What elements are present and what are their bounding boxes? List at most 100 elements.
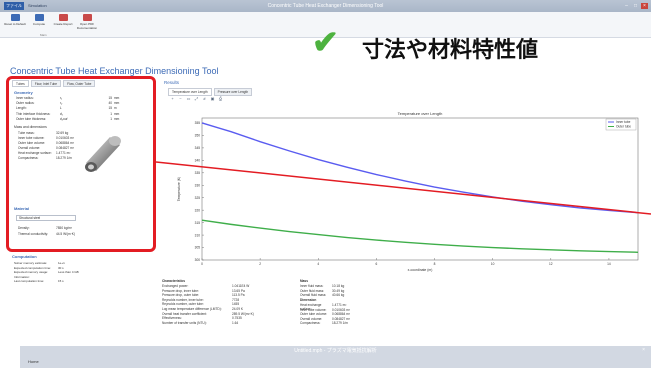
computation-label: Expected computation time: [14,265,52,270]
plot-frame [201,117,639,261]
dimension-row: Inner tube volume: 0.010603 m³ [300,308,362,312]
y-tick-label: 310 [195,233,201,237]
characteristics-row: Reynolds number, outer tube: 1455 [162,302,272,306]
x-tick-label: 6 [376,262,378,266]
x-tick-label: 12 [549,262,553,266]
x-axis-label: x-coordinate (m) [408,268,433,272]
x-tick-label: 10 [491,262,495,266]
background-window[interactable]: Untitled.mph - プラズマ電気抵抗解析 × Home [20,346,651,368]
close-icon[interactable]: × [641,3,648,9]
print-icon[interactable]: ⎙ [218,96,223,101]
reset-icon [10,14,20,21]
temperature-plot[interactable]: Temperature over Length 300 305 310 315 320 32… [160,108,651,278]
char-label: Overall heat transfer coefficient: [162,311,207,316]
char-value: 1455 [232,302,240,307]
mass-summary-value: 10.18 kg [332,284,345,288]
computation-row: Expected computation time: 30 s [14,266,124,270]
computation-label: Expected memory usage: [14,270,49,275]
x-tick-label: 14 [607,262,611,266]
zoom-extents-icon[interactable]: ⤢ [194,96,199,101]
open-pdf-button[interactable]: Open PDF Documentation [76,14,98,36]
char-value: 1.64 [232,320,239,325]
image-snapshot-icon[interactable]: ▣ [210,96,215,101]
computation-label: Last computation time: [14,279,45,284]
computation-row: Last computation time: 15 s [14,279,124,283]
char-value: 24.09 K [232,307,243,311]
char-label: Reynolds number, inner tube: [162,297,204,302]
title-bar: ファイル Simulation Concentric Tube Heat Exc… [0,0,651,12]
computation-section-header[interactable]: Computation [12,254,37,259]
computation-label: Information: [14,274,30,279]
plot-toolbar: + − ▭ ⤢ # ▣ ⎙ [170,96,223,101]
tab-temperature[interactable]: Temperature over Length [168,88,212,96]
dimension-value: 0.084827 m³ [332,316,350,321]
annotation-text: 寸法や材料特性値 [362,37,539,62]
mass-summary-value: 30.49 kg [332,288,345,293]
window-title: Concentric Tube Heat Exchanger Dimension… [267,3,384,9]
dimension-label: Compactness: [300,321,321,326]
computation-row: Solver memory estimate: 1e+1 [14,261,124,265]
background-window-menu[interactable]: Home [28,359,39,364]
x-tick-label: 4 [317,262,319,266]
x-tick-label: 8 [434,262,436,266]
create-report-button[interactable]: Create Report [52,14,74,36]
mass-summary-label: Outer fluid mass: [300,288,325,293]
dimension-row: Outer tube volume: 0.068864 m³ [300,312,362,316]
computation-row: Expected memory usage: Less than 4 GB [14,270,124,274]
dimension-label: Inner tube volume: [300,307,327,312]
mass-summary-row: Outer fluid mass: 30.49 kg [300,289,362,293]
app-title: Concentric Tube Heat Exchanger Dimension… [10,66,219,76]
dimension-value: 18.279 1/m [332,321,348,326]
char-value: 0.7535 [232,316,242,321]
characteristics-row: Effectiveness: 0.7535 [162,316,272,320]
plot-title: Temperature over Length [398,111,443,116]
characteristics-row: Overall heat transfer coefficient: 289.5 … [162,312,272,316]
computation-value: 30 s [58,265,64,270]
mass-summary-label: Inner fluid mass: [300,284,324,288]
char-label: Number of transfer units (NTU): [162,320,207,325]
dimension-row: Compactness: 18.279 1/m [300,321,362,325]
mass-summary-row: Inner fluid mass: 10.18 kg [300,284,362,288]
legend-label: Outer tube [616,125,631,129]
tab-pressure[interactable]: Pressure over Length [213,88,253,96]
checkmark-icon: ✔ [312,24,339,60]
grid-icon[interactable]: # [202,96,207,101]
y-tick-label: 345 [195,146,201,150]
y-tick-label: 355 [195,121,201,125]
report-icon [58,14,68,21]
highlight-box [6,76,156,252]
maximize-icon[interactable]: □ [632,3,639,9]
open-pdf-label: Open PDF Documentation [76,22,98,30]
y-tick-label: 325 [195,196,201,200]
pdf-icon [82,14,92,21]
characteristics-row: Pressure drop, outer tube: 113.5 Pa [162,293,272,297]
background-window-title: Untitled.mph - プラズマ電気抵抗解析 [294,348,377,354]
close-icon[interactable]: × [642,347,645,353]
create-report-label: Create Report [53,22,73,26]
reset-label: Reset to Default [4,22,26,26]
reset-button[interactable]: Reset to Default [4,14,26,36]
dimension-row: Overall volume: 0.084827 m³ [300,317,362,321]
dimension-value: 0.010603 m³ [332,307,350,312]
zoom-in-icon[interactable]: + [170,96,175,101]
annotation-overlay: ✔ 寸法や材料特性値 [312,24,651,64]
y-tick-label: 300 [195,258,201,262]
y-tick-label: 320 [195,208,201,212]
results-header[interactable]: Results [164,80,179,85]
zoom-out-icon[interactable]: − [178,96,183,101]
dimension-value: 0.068864 m³ [332,312,350,317]
x-tick-label: 2 [259,262,261,266]
compute-icon [34,14,44,21]
series-line-inner-tube [201,122,639,214]
characteristics-row: Reynolds number, inner tube: 7728 [162,298,272,302]
zoom-box-icon[interactable]: ▭ [186,96,191,101]
minimize-icon[interactable]: – [623,3,630,9]
series-line-outer-tube [201,219,639,253]
y-tick-label: 315 [195,221,201,225]
dimension-label: Overall volume: [300,316,323,321]
computation-value: 1e+1 [58,261,65,265]
computation-value: Less than 4 GB [58,270,79,275]
y-tick-label: 350 [195,134,201,138]
char-value: 1.0411E4 W [232,284,250,288]
computation-value: 15 s [58,279,64,284]
